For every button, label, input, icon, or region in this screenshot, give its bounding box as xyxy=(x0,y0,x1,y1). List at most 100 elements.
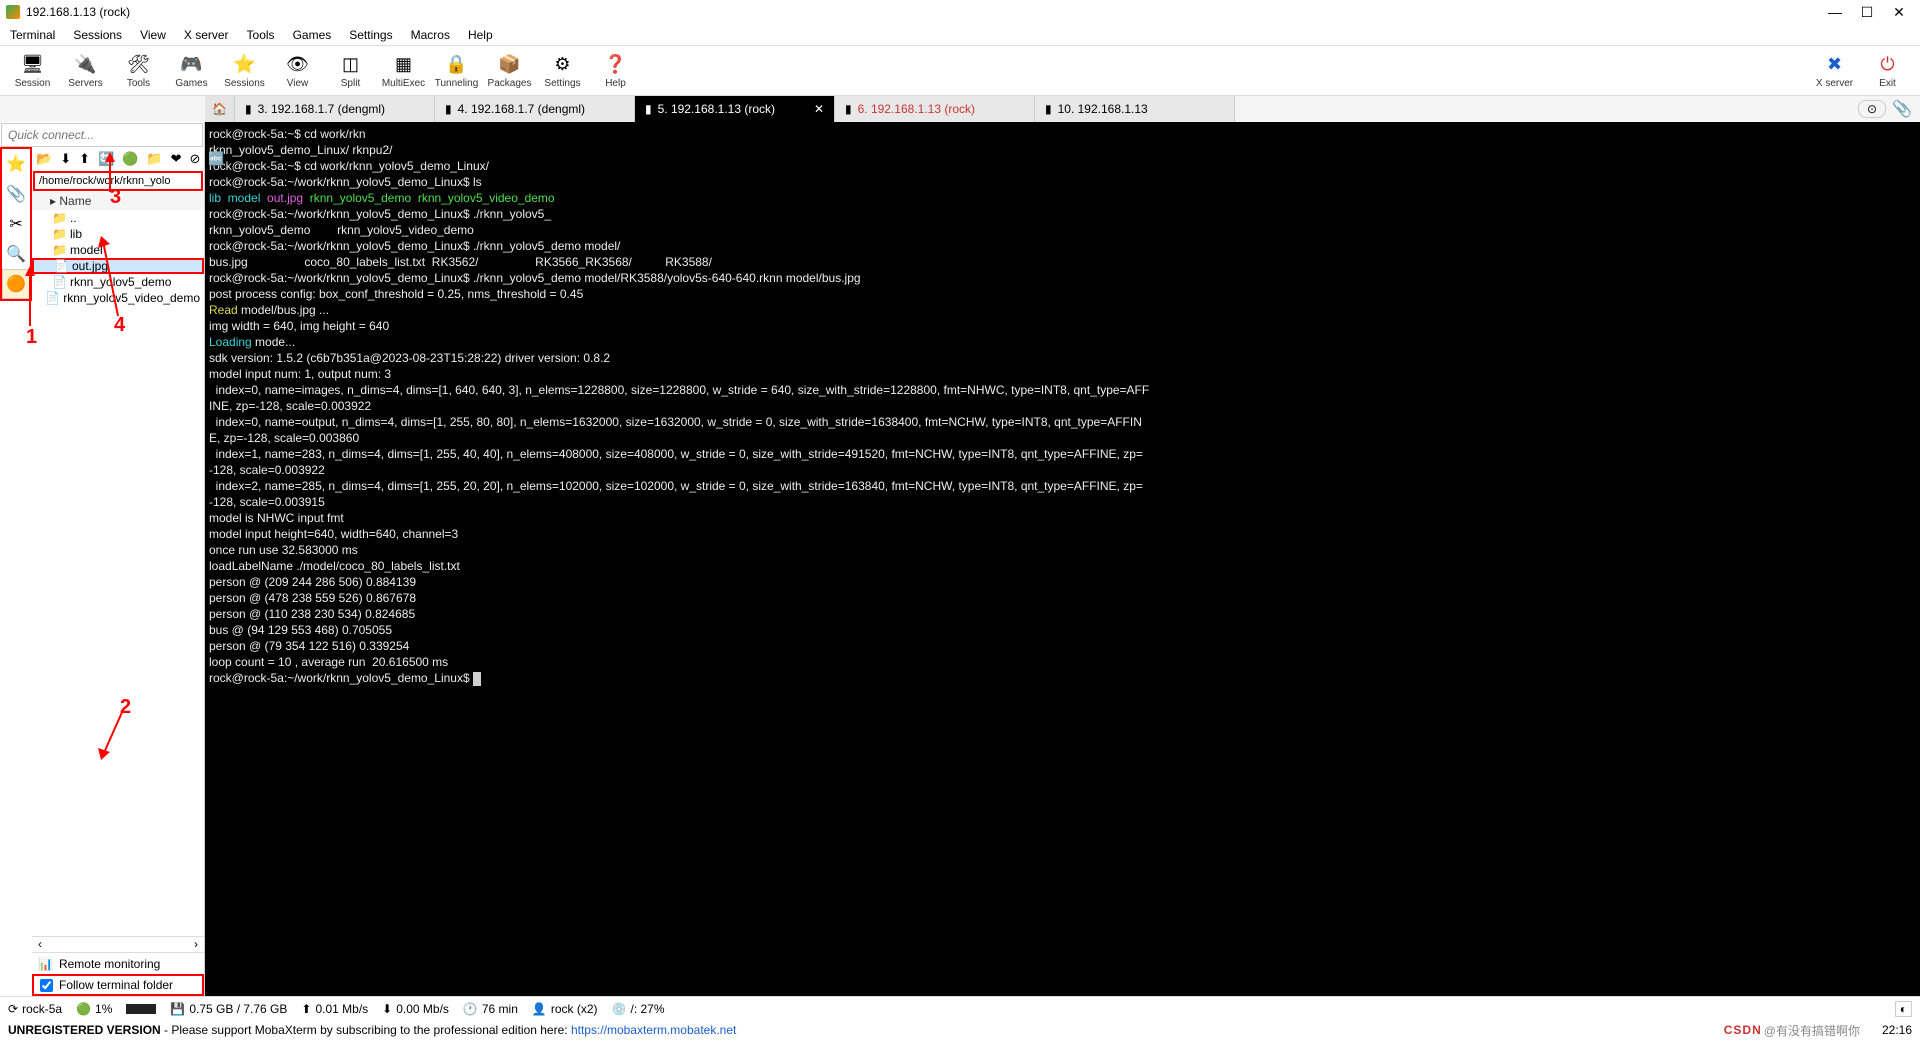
menu-sessions[interactable]: Sessions xyxy=(73,28,122,42)
file-tree-item[interactable]: 📄rknn_yolov5_demo xyxy=(32,274,204,290)
sessions-icon: ⭐ xyxy=(233,52,257,76)
terminal-icon: ▮ xyxy=(1045,102,1052,116)
file-icon: 📄 xyxy=(52,275,66,289)
tool-session[interactable]: 🖥Session xyxy=(10,52,55,89)
status-cpu: 🟢 1% xyxy=(76,1002,112,1016)
menu-tools[interactable]: Tools xyxy=(247,28,275,42)
follow-terminal-label: Follow terminal folder xyxy=(59,978,173,992)
help-icon: ❓ xyxy=(604,52,628,76)
folder-icon: 📁 xyxy=(52,227,66,241)
file-tool-5[interactable]: 📁 xyxy=(146,151,162,167)
sidebar-tab-1[interactable]: 📎 xyxy=(2,179,30,209)
session-tab[interactable]: ▮5. 192.168.1.13 (rock)✕ xyxy=(635,96,835,122)
folder-icon: 📁 xyxy=(52,243,66,257)
menu-games[interactable]: Games xyxy=(293,28,332,42)
tool-sessions[interactable]: ⭐Sessions xyxy=(222,52,267,89)
session-tab[interactable]: ▮4. 192.168.1.7 (dengml) xyxy=(435,96,635,122)
games-icon: 🎮 xyxy=(180,52,204,76)
terminal-icon: ▮ xyxy=(445,102,452,116)
file-tool-7[interactable]: ⊘ xyxy=(189,151,200,167)
file-tool-3[interactable]: 🔄 xyxy=(98,151,114,167)
session-tab[interactable]: ▮10. 192.168.1.13 xyxy=(1035,96,1235,122)
quick-connect-input[interactable] xyxy=(1,123,203,147)
csdn-watermark: CSDN xyxy=(1724,1023,1762,1037)
clock: 22:16 xyxy=(1882,1023,1912,1037)
file-tool-4[interactable]: 🟢 xyxy=(122,151,138,167)
status-host: ⟳ rock-5a xyxy=(8,1002,62,1016)
status-up: ⬆ 0.01 Mb/s xyxy=(301,1002,368,1016)
hscrollbar[interactable]: ‹› xyxy=(32,936,204,952)
tool-games[interactable]: 🎮Games xyxy=(169,52,214,89)
file-tree-item[interactable]: 📁.. xyxy=(32,210,204,226)
terminal-icon: ▮ xyxy=(245,102,252,116)
close-button[interactable]: ✕ xyxy=(1892,5,1906,19)
terminal-icon: ▮ xyxy=(645,102,652,116)
menu-macros[interactable]: Macros xyxy=(411,28,450,42)
home-tab[interactable]: 🏠 xyxy=(205,96,235,122)
menu-help[interactable]: Help xyxy=(468,28,493,42)
tool-multiexec[interactable]: ▦MultiExec xyxy=(381,52,426,89)
tool-exit[interactable]: ⏻Exit xyxy=(1865,52,1910,89)
multiexec-icon: ▦ xyxy=(392,52,416,76)
file-icon: 📄 xyxy=(54,259,68,273)
session-tab[interactable]: ▮3. 192.168.1.7 (dengml) xyxy=(235,96,435,122)
menu-view[interactable]: View xyxy=(140,28,166,42)
menu-x-server[interactable]: X server xyxy=(184,28,229,42)
tool-tunneling[interactable]: 🔒Tunneling xyxy=(434,52,479,89)
path-input[interactable]: /home/rock/work/rknn_yolo xyxy=(33,171,203,191)
file-tool-2[interactable]: ⬆ xyxy=(79,151,90,167)
sidebar-tab-3[interactable]: 🔍 xyxy=(2,239,30,269)
file-tree-item[interactable]: 📄rknn_yolov5_video_demo xyxy=(32,290,204,306)
app-icon xyxy=(6,5,20,19)
tool-x-server[interactable]: ✖X server xyxy=(1812,52,1857,89)
tool-packages[interactable]: 📦Packages xyxy=(487,52,532,89)
status-mem: 💾 0.75 GB / 7.76 GB xyxy=(170,1002,287,1016)
session-tab[interactable]: ▮6. 192.168.1.13 (rock) xyxy=(835,96,1035,122)
tab-options-button[interactable]: ⊙ xyxy=(1858,100,1886,118)
minimize-button[interactable]: — xyxy=(1828,5,1842,19)
session-icon: 🖥 xyxy=(21,52,45,76)
mobaxterm-link[interactable]: https://mobaxterm.mobatek.net xyxy=(571,1023,736,1037)
file-tool-6[interactable]: ❤ xyxy=(171,151,182,167)
sidebar-tab-2[interactable]: ✂ xyxy=(2,209,30,239)
tool-split[interactable]: ◫Split xyxy=(328,52,373,89)
menu-settings[interactable]: Settings xyxy=(349,28,392,42)
x server-icon: ✖ xyxy=(1823,52,1847,76)
window-title: 192.168.1.13 (rock) xyxy=(26,5,130,19)
split-icon: ◫ xyxy=(339,52,363,76)
attach-icon[interactable]: 📎 xyxy=(1892,99,1912,119)
settings-icon: ⚙ xyxy=(551,52,575,76)
file-tree-item[interactable]: 📁lib xyxy=(32,226,204,242)
menubar: Terminal Sessions View X server Tools Games Se… xyxy=(0,24,1920,46)
tool-servers[interactable]: 🔌Servers xyxy=(63,52,108,89)
status-user: 👤 rock (x2) xyxy=(532,1002,598,1016)
remote-monitoring-toggle[interactable]: 📊 Remote monitoring xyxy=(32,952,204,974)
menu-terminal[interactable]: Terminal xyxy=(10,28,55,42)
file-tool-1[interactable]: ⬇ xyxy=(60,151,71,167)
close-tab-icon[interactable]: ✕ xyxy=(814,102,824,116)
tabbar: 🏠 ▮3. 192.168.1.7 (dengml)▮4. 192.168.1.… xyxy=(0,96,1920,122)
folder-icon: 📁 xyxy=(52,211,66,225)
status-uptime: 🕐 76 min xyxy=(463,1002,518,1016)
watermark-author: @有没有搞错啊你 xyxy=(1764,1022,1860,1039)
maximize-button[interactable]: ☐ xyxy=(1860,5,1874,19)
packages-icon: 📦 xyxy=(498,52,522,76)
view-icon: 👁 xyxy=(286,52,310,76)
file-tool-0[interactable]: 📂 xyxy=(36,151,52,167)
follow-terminal-checkbox[interactable] xyxy=(40,979,53,992)
monitor-icon: 📊 xyxy=(38,957,53,971)
sidebar-tab-4[interactable]: 🟠 xyxy=(2,269,30,299)
tool-help[interactable]: ❓Help xyxy=(593,52,638,89)
file-tree-item[interactable]: 📄out.jpg xyxy=(32,258,204,274)
sidebar-tab-0[interactable]: ⭐ xyxy=(2,149,30,179)
tool-view[interactable]: 👁View xyxy=(275,52,320,89)
tool-tools[interactable]: 🛠Tools xyxy=(116,52,161,89)
tools-icon: 🛠 xyxy=(127,52,151,76)
status-toggle[interactable]: ◐ xyxy=(1895,1001,1912,1017)
file-tool-8[interactable]: 🔤 xyxy=(208,151,224,167)
terminal-icon: ▮ xyxy=(845,102,852,116)
servers-icon: 🔌 xyxy=(74,52,98,76)
tool-settings[interactable]: ⚙Settings xyxy=(540,52,585,89)
file-tree-item[interactable]: 📁model xyxy=(32,242,204,258)
terminal[interactable]: rock@rock-5a:~$ cd work/rknrknn_yolov5_d… xyxy=(205,122,1920,996)
